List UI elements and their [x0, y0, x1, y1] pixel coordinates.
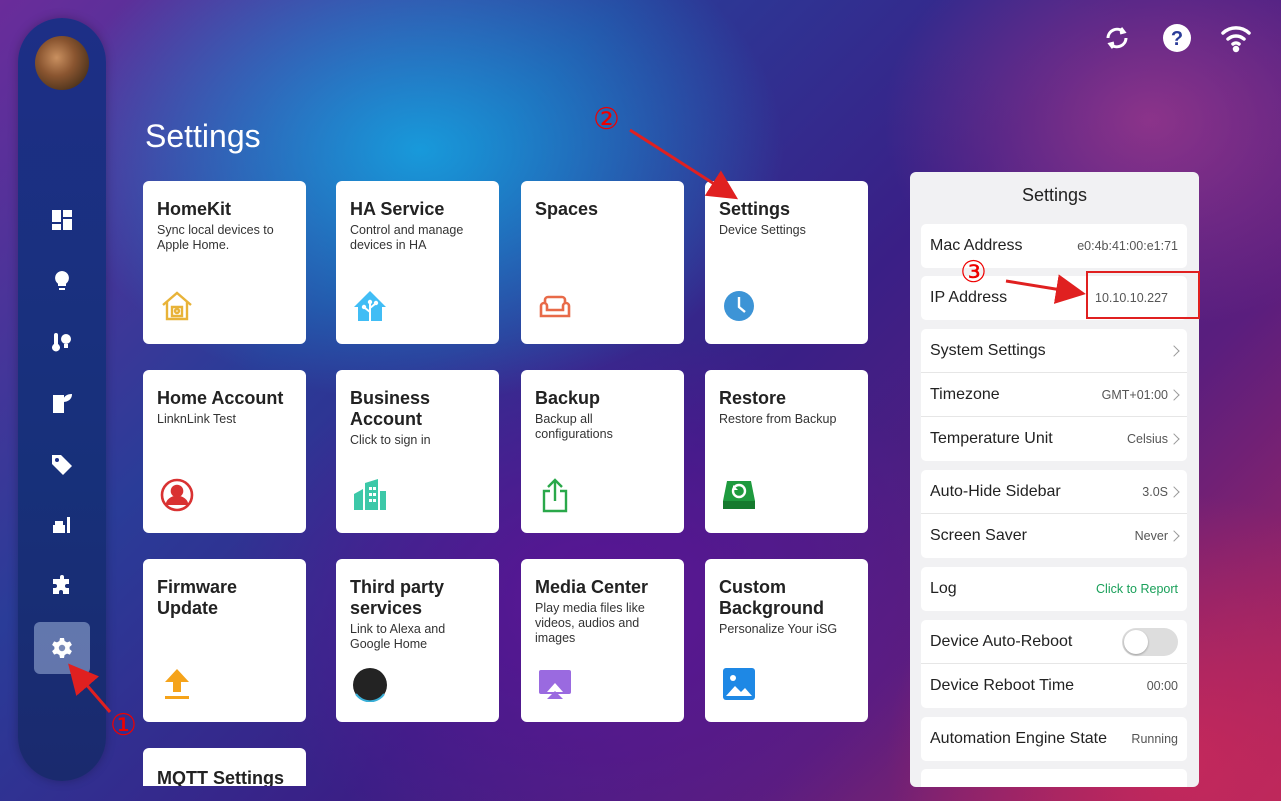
media-icon	[537, 666, 573, 702]
chevron-right-icon	[1168, 530, 1180, 542]
chevron-right-icon	[1168, 485, 1180, 498]
temperature-unit-row[interactable]: Temperature Unit Celsius	[921, 417, 1187, 461]
help-icon: ?	[1163, 24, 1191, 52]
page-title: Settings	[145, 118, 261, 154]
dashboard-icon	[52, 210, 72, 230]
user-icon	[159, 477, 195, 513]
sidebar-item-energy[interactable]	[34, 377, 90, 429]
building-icon	[352, 477, 388, 513]
svg-text:?: ?	[1171, 28, 1183, 50]
sofa-icon	[537, 288, 573, 324]
sync-icon	[1106, 27, 1128, 49]
card-custom-background[interactable]: Custom Background Personalize Your iSG	[705, 559, 868, 722]
settings-panel: Settings Mac Address e0:4b:41:00:e1:71 I…	[910, 172, 1199, 787]
climate-icon	[52, 333, 71, 352]
upload-icon	[159, 666, 195, 702]
homekit-icon	[159, 288, 195, 324]
engine-group: Automation Engine State Running	[921, 717, 1187, 761]
image-icon	[721, 666, 757, 702]
sidebar-item-dashboard[interactable]	[34, 194, 90, 246]
chevron-right-icon	[1168, 388, 1180, 401]
annotation-two: ②	[593, 103, 620, 136]
puzzle-icon	[53, 575, 69, 594]
more-group	[921, 769, 1187, 787]
scene-icon	[53, 517, 70, 533]
gear-icon	[52, 638, 72, 658]
card-settings[interactable]: Settings Device Settings	[705, 181, 868, 344]
card-backup[interactable]: Backup Backup all configurations	[521, 370, 684, 533]
system-settings-row[interactable]: System Settings	[921, 329, 1187, 373]
sidebar-item-plugins[interactable]	[34, 560, 90, 612]
help-button[interactable]: ?	[1161, 22, 1193, 54]
timezone-row[interactable]: Timezone GMT+01:00	[921, 373, 1187, 417]
share-icon	[537, 477, 573, 513]
tag-icon	[52, 455, 72, 475]
reboot-group: Device Auto-Reboot Device Reboot Time 00…	[921, 620, 1187, 708]
wifi-button[interactable]	[1220, 22, 1252, 54]
auto-hide-sidebar-row[interactable]: Auto-Hide Sidebar 3.0S	[921, 470, 1187, 514]
system-group: System Settings Timezone GMT+01:00 Tempe…	[921, 329, 1187, 461]
screen-saver-row[interactable]: Screen Saver Never	[921, 514, 1187, 558]
toggle-knob	[1124, 629, 1148, 654]
avatar[interactable]	[35, 36, 89, 90]
log-row: Log Click to Report	[930, 580, 1178, 597]
card-spaces[interactable]: Spaces	[521, 181, 684, 344]
wifi-icon	[1221, 26, 1251, 53]
sidebar-item-scenes[interactable]	[34, 499, 90, 551]
device-reboot-time-row[interactable]: Device Reboot Time 00:00	[921, 664, 1187, 708]
chevron-right-icon	[1168, 433, 1180, 445]
display-group: Auto-Hide Sidebar 3.0S Screen Saver Neve…	[921, 470, 1187, 558]
report-link[interactable]: Click to Report	[1096, 582, 1178, 596]
energy-icon	[53, 394, 72, 413]
sidebar-item-settings[interactable]	[34, 622, 90, 674]
device-auto-reboot-row: Device Auto-Reboot	[921, 620, 1187, 664]
automation-engine-row: Automation Engine State Running	[930, 730, 1178, 747]
sync-button[interactable]	[1101, 22, 1133, 54]
panel-title: Settings	[1021, 185, 1088, 205]
sidebar-item-lights[interactable]	[34, 255, 90, 307]
card-home-account[interactable]: Home Account LinknLink Test	[143, 370, 306, 533]
sidebar	[18, 18, 106, 781]
echo-icon	[352, 666, 388, 703]
card-business-account[interactable]: Business Account Click to sign in	[336, 370, 499, 533]
card-restore[interactable]: Restore Restore from Backup	[705, 370, 868, 533]
sidebar-item-tags[interactable]	[34, 438, 90, 490]
annotation-three: ③	[960, 256, 987, 289]
lightbulb-icon	[55, 271, 69, 290]
card-mqtt-settings[interactable]: MQTT Settings	[143, 748, 306, 786]
clock-icon	[721, 288, 757, 324]
card-firmware-update[interactable]: Firmware Update	[143, 559, 306, 722]
auto-reboot-toggle[interactable]	[1122, 627, 1178, 656]
log-group: Log Click to Report	[921, 567, 1187, 611]
card-media-center[interactable]: Media Center Play media files like video…	[521, 559, 684, 722]
sidebar-item-climate[interactable]	[34, 316, 90, 368]
card-homekit[interactable]: HomeKit Sync local devices to Apple Home…	[143, 181, 306, 344]
card-third-party-services[interactable]: Third party services Link to Alexa and G…	[336, 559, 499, 722]
card-ha-service[interactable]: HA Service Control and manage devices in…	[336, 181, 499, 344]
ip-highlight-box	[1086, 271, 1200, 319]
chevron-right-icon	[1168, 344, 1180, 357]
ha-icon	[352, 288, 388, 324]
annotation-one: ①	[110, 709, 137, 742]
restore-icon	[721, 477, 757, 513]
